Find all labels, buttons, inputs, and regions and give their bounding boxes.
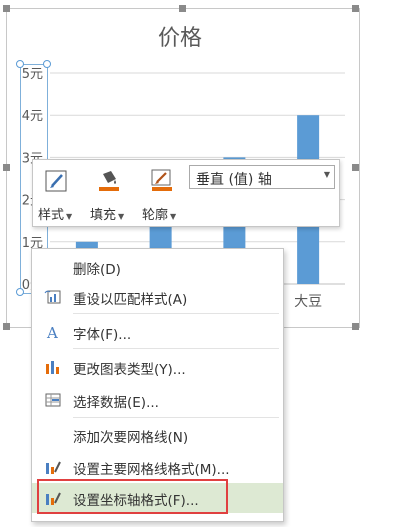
menu-item-label: 选择数据(E)... [73,395,159,411]
x-tick-labels: 大豆 [294,294,322,310]
chevron-down-icon: ▼ [323,170,330,179]
axis-selection-handle-bottom-left[interactable] [16,288,24,296]
menu-item-change-chart-type[interactable]: 更改图表类型(Y)... [32,352,283,382]
menu-item-reset-style[interactable]: 重设以匹配样式(A) [32,282,283,312]
outline-button[interactable]: 轮廓 ▼ [142,204,176,223]
x-tick-label: 大豆 [294,294,322,310]
menu-item-select-data[interactable]: 选择数据(E)... [32,385,283,415]
font-icon: A [46,324,58,340]
menu-item-label: 添加次要网格线(N) [73,430,189,446]
style-button[interactable]: 样式 ▼ [38,204,72,223]
menu-item-add-minor-gridlines[interactable]: 添加次要网格线(N) [32,420,283,450]
menu-separator [73,313,279,314]
highlight-annotation [37,479,228,514]
menu-item-label: 字体(F)... [73,327,132,343]
style-brush-icon[interactable] [43,168,71,194]
svg-text:A: A [46,324,58,340]
fill-button[interactable]: 填充 ▼ [90,204,124,223]
outline-button-label: 轮廓 [142,208,169,223]
outline-pen-icon[interactable] [149,168,177,194]
select-data-icon [45,393,61,407]
fill-button-label: 填充 [90,208,117,223]
chart-type-icon [46,361,59,374]
menu-separator [73,348,279,349]
chart-element-selector-value: 垂直 (值) 轴 [196,172,272,188]
fill-bucket-icon[interactable] [95,168,123,194]
menu-item-format-major-gridlines[interactable]: 设置主要网格线格式(M)... [32,452,283,482]
format-mini-toolbar: 样式 ▼ 填充 ▼ 轮廓 ▼ 垂直 (值) 轴 ▼ [32,159,340,227]
gridline-format-icon [46,461,61,474]
menu-item-delete[interactable]: 删除(D) [32,252,283,282]
menu-item-label: 重设以匹配样式(A) [73,292,188,308]
menu-item-label: 删除(D) [73,262,121,278]
style-button-label: 样式 [38,208,65,223]
menu-item-label: 设置主要网格线格式(M)... [73,462,230,478]
axis-selection-handle-top-right[interactable] [43,60,51,68]
chevron-down-icon: ▼ [118,212,125,221]
chevron-down-icon: ▼ [170,212,177,221]
menu-item-label: 更改图表类型(Y)... [73,362,186,378]
menu-separator [73,417,279,418]
axis-selection-handle-top-left[interactable] [16,60,24,68]
chevron-down-icon: ▼ [66,212,73,221]
menu-item-font[interactable]: A 字体(F)... [32,317,283,347]
chart-element-selector[interactable]: 垂直 (值) 轴 ▼ [189,165,335,189]
reset-style-icon [44,290,61,304]
